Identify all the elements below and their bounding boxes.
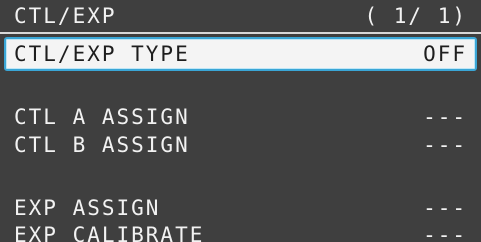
ctl-exp-menu-screen: CTL/EXP ( 1/ 1) CTL/EXP TYPE OFF CTL A A… <box>0 0 481 242</box>
param-label: CTL B ASSIGN <box>14 133 190 157</box>
param-label: CTL A ASSIGN <box>14 105 190 129</box>
param-value[interactable]: --- <box>423 104 467 130</box>
param-label: CTL/EXP TYPE <box>14 42 190 66</box>
page-indicator: ( 1/ 1) <box>364 4 467 28</box>
param-row-exp-calibrate[interactable]: EXP CALIBRATE --- <box>0 218 481 242</box>
param-label: EXP CALIBRATE <box>14 223 205 242</box>
param-row-ctl-b-assign[interactable]: CTL B ASSIGN --- <box>0 128 481 162</box>
param-value[interactable]: --- <box>423 132 467 158</box>
param-value[interactable]: --- <box>423 222 467 242</box>
menu-header: CTL/EXP ( 1/ 1) <box>0 0 481 34</box>
menu-title: CTL/EXP <box>14 4 117 28</box>
param-row-ctl-exp-type[interactable]: CTL/EXP TYPE OFF <box>4 37 477 71</box>
param-value[interactable]: OFF <box>423 41 467 67</box>
